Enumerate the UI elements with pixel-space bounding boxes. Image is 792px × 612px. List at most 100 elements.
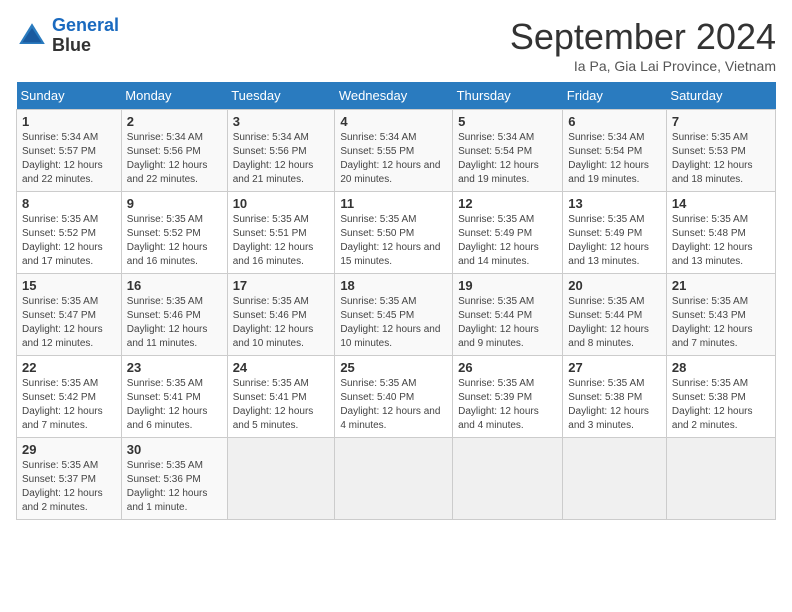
calendar-week-row: 15 Sunrise: 5:35 AMSunset: 5:47 PMDaylig… [17, 274, 776, 356]
location-subtitle: Ia Pa, Gia Lai Province, Vietnam [510, 58, 776, 74]
calendar-day-cell: 18 Sunrise: 5:35 AMSunset: 5:45 PMDaylig… [335, 274, 453, 356]
day-number: 21 [672, 278, 770, 293]
calendar-day-cell: 15 Sunrise: 5:35 AMSunset: 5:47 PMDaylig… [17, 274, 122, 356]
day-number: 6 [568, 114, 661, 129]
day-number: 25 [340, 360, 447, 375]
day-info: Sunrise: 5:35 AMSunset: 5:36 PMDaylight:… [127, 460, 208, 513]
day-number: 27 [568, 360, 661, 375]
calendar-day-cell: 10 Sunrise: 5:35 AMSunset: 5:51 PMDaylig… [227, 192, 335, 274]
calendar-week-row: 8 Sunrise: 5:35 AMSunset: 5:52 PMDayligh… [17, 192, 776, 274]
calendar-day-cell: 6 Sunrise: 5:34 AMSunset: 5:54 PMDayligh… [563, 110, 667, 192]
day-number: 19 [458, 278, 557, 293]
day-number: 11 [340, 196, 447, 211]
calendar-day-cell [227, 438, 335, 520]
calendar-day-cell: 20 Sunrise: 5:35 AMSunset: 5:44 PMDaylig… [563, 274, 667, 356]
calendar-day-cell: 11 Sunrise: 5:35 AMSunset: 5:50 PMDaylig… [335, 192, 453, 274]
day-info: Sunrise: 5:35 AMSunset: 5:50 PMDaylight:… [340, 214, 440, 267]
title-block: September 2024 Ia Pa, Gia Lai Province, … [510, 16, 776, 74]
day-info: Sunrise: 5:35 AMSunset: 5:41 PMDaylight:… [233, 378, 314, 431]
day-number: 20 [568, 278, 661, 293]
calendar-day-cell: 19 Sunrise: 5:35 AMSunset: 5:44 PMDaylig… [453, 274, 563, 356]
day-info: Sunrise: 5:35 AMSunset: 5:42 PMDaylight:… [22, 378, 103, 431]
day-number: 29 [22, 442, 116, 457]
calendar-day-cell [666, 438, 775, 520]
day-info: Sunrise: 5:35 AMSunset: 5:38 PMDaylight:… [672, 378, 753, 431]
calendar-day-cell [453, 438, 563, 520]
day-info: Sunrise: 5:35 AMSunset: 5:39 PMDaylight:… [458, 378, 539, 431]
day-number: 30 [127, 442, 222, 457]
column-header-thursday: Thursday [453, 82, 563, 110]
calendar-week-row: 22 Sunrise: 5:35 AMSunset: 5:42 PMDaylig… [17, 356, 776, 438]
day-info: Sunrise: 5:35 AMSunset: 5:43 PMDaylight:… [672, 296, 753, 349]
calendar-day-cell: 28 Sunrise: 5:35 AMSunset: 5:38 PMDaylig… [666, 356, 775, 438]
calendar-day-cell: 4 Sunrise: 5:34 AMSunset: 5:55 PMDayligh… [335, 110, 453, 192]
day-info: Sunrise: 5:34 AMSunset: 5:55 PMDaylight:… [340, 132, 440, 185]
day-number: 14 [672, 196, 770, 211]
calendar-week-row: 29 Sunrise: 5:35 AMSunset: 5:37 PMDaylig… [17, 438, 776, 520]
calendar-day-cell: 27 Sunrise: 5:35 AMSunset: 5:38 PMDaylig… [563, 356, 667, 438]
calendar-day-cell: 22 Sunrise: 5:35 AMSunset: 5:42 PMDaylig… [17, 356, 122, 438]
calendar-week-row: 1 Sunrise: 5:34 AMSunset: 5:57 PMDayligh… [17, 110, 776, 192]
day-info: Sunrise: 5:35 AMSunset: 5:41 PMDaylight:… [127, 378, 208, 431]
day-info: Sunrise: 5:34 AMSunset: 5:54 PMDaylight:… [568, 132, 649, 185]
day-number: 23 [127, 360, 222, 375]
calendar-day-cell: 3 Sunrise: 5:34 AMSunset: 5:56 PMDayligh… [227, 110, 335, 192]
calendar-day-cell: 2 Sunrise: 5:34 AMSunset: 5:56 PMDayligh… [121, 110, 227, 192]
calendar-day-cell: 23 Sunrise: 5:35 AMSunset: 5:41 PMDaylig… [121, 356, 227, 438]
day-info: Sunrise: 5:35 AMSunset: 5:40 PMDaylight:… [340, 378, 440, 431]
calendar-header-row: SundayMondayTuesdayWednesdayThursdayFrid… [17, 82, 776, 110]
day-number: 9 [127, 196, 222, 211]
day-number: 10 [233, 196, 330, 211]
calendar-day-cell [563, 438, 667, 520]
calendar-day-cell: 9 Sunrise: 5:35 AMSunset: 5:52 PMDayligh… [121, 192, 227, 274]
calendar-day-cell [335, 438, 453, 520]
logo-text: GeneralBlue [52, 16, 119, 56]
logo-icon [16, 20, 48, 52]
month-title: September 2024 [510, 16, 776, 58]
day-number: 4 [340, 114, 447, 129]
calendar-day-cell: 8 Sunrise: 5:35 AMSunset: 5:52 PMDayligh… [17, 192, 122, 274]
day-info: Sunrise: 5:34 AMSunset: 5:56 PMDaylight:… [127, 132, 208, 185]
day-number: 1 [22, 114, 116, 129]
day-number: 22 [22, 360, 116, 375]
day-number: 16 [127, 278, 222, 293]
calendar-day-cell: 14 Sunrise: 5:35 AMSunset: 5:48 PMDaylig… [666, 192, 775, 274]
day-info: Sunrise: 5:35 AMSunset: 5:44 PMDaylight:… [458, 296, 539, 349]
day-info: Sunrise: 5:35 AMSunset: 5:49 PMDaylight:… [458, 214, 539, 267]
day-info: Sunrise: 5:34 AMSunset: 5:57 PMDaylight:… [22, 132, 103, 185]
calendar-day-cell: 24 Sunrise: 5:35 AMSunset: 5:41 PMDaylig… [227, 356, 335, 438]
calendar-table: SundayMondayTuesdayWednesdayThursdayFrid… [16, 82, 776, 520]
calendar-day-cell: 29 Sunrise: 5:35 AMSunset: 5:37 PMDaylig… [17, 438, 122, 520]
column-header-sunday: Sunday [17, 82, 122, 110]
day-number: 24 [233, 360, 330, 375]
day-info: Sunrise: 5:35 AMSunset: 5:48 PMDaylight:… [672, 214, 753, 267]
column-header-wednesday: Wednesday [335, 82, 453, 110]
day-number: 13 [568, 196, 661, 211]
calendar-day-cell: 17 Sunrise: 5:35 AMSunset: 5:46 PMDaylig… [227, 274, 335, 356]
day-number: 15 [22, 278, 116, 293]
day-info: Sunrise: 5:35 AMSunset: 5:49 PMDaylight:… [568, 214, 649, 267]
column-header-saturday: Saturday [666, 82, 775, 110]
day-info: Sunrise: 5:35 AMSunset: 5:52 PMDaylight:… [22, 214, 103, 267]
day-number: 2 [127, 114, 222, 129]
page-header: GeneralBlue September 2024 Ia Pa, Gia La… [16, 16, 776, 74]
day-number: 7 [672, 114, 770, 129]
day-info: Sunrise: 5:35 AMSunset: 5:47 PMDaylight:… [22, 296, 103, 349]
calendar-day-cell: 1 Sunrise: 5:34 AMSunset: 5:57 PMDayligh… [17, 110, 122, 192]
day-info: Sunrise: 5:35 AMSunset: 5:44 PMDaylight:… [568, 296, 649, 349]
calendar-day-cell: 30 Sunrise: 5:35 AMSunset: 5:36 PMDaylig… [121, 438, 227, 520]
day-info: Sunrise: 5:35 AMSunset: 5:45 PMDaylight:… [340, 296, 440, 349]
day-number: 8 [22, 196, 116, 211]
day-number: 17 [233, 278, 330, 293]
day-number: 5 [458, 114, 557, 129]
day-info: Sunrise: 5:35 AMSunset: 5:52 PMDaylight:… [127, 214, 208, 267]
calendar-day-cell: 26 Sunrise: 5:35 AMSunset: 5:39 PMDaylig… [453, 356, 563, 438]
day-info: Sunrise: 5:35 AMSunset: 5:38 PMDaylight:… [568, 378, 649, 431]
calendar-day-cell: 7 Sunrise: 5:35 AMSunset: 5:53 PMDayligh… [666, 110, 775, 192]
day-info: Sunrise: 5:35 AMSunset: 5:37 PMDaylight:… [22, 460, 103, 513]
calendar-day-cell: 21 Sunrise: 5:35 AMSunset: 5:43 PMDaylig… [666, 274, 775, 356]
calendar-day-cell: 5 Sunrise: 5:34 AMSunset: 5:54 PMDayligh… [453, 110, 563, 192]
calendar-day-cell: 16 Sunrise: 5:35 AMSunset: 5:46 PMDaylig… [121, 274, 227, 356]
column-header-monday: Monday [121, 82, 227, 110]
column-header-friday: Friday [563, 82, 667, 110]
